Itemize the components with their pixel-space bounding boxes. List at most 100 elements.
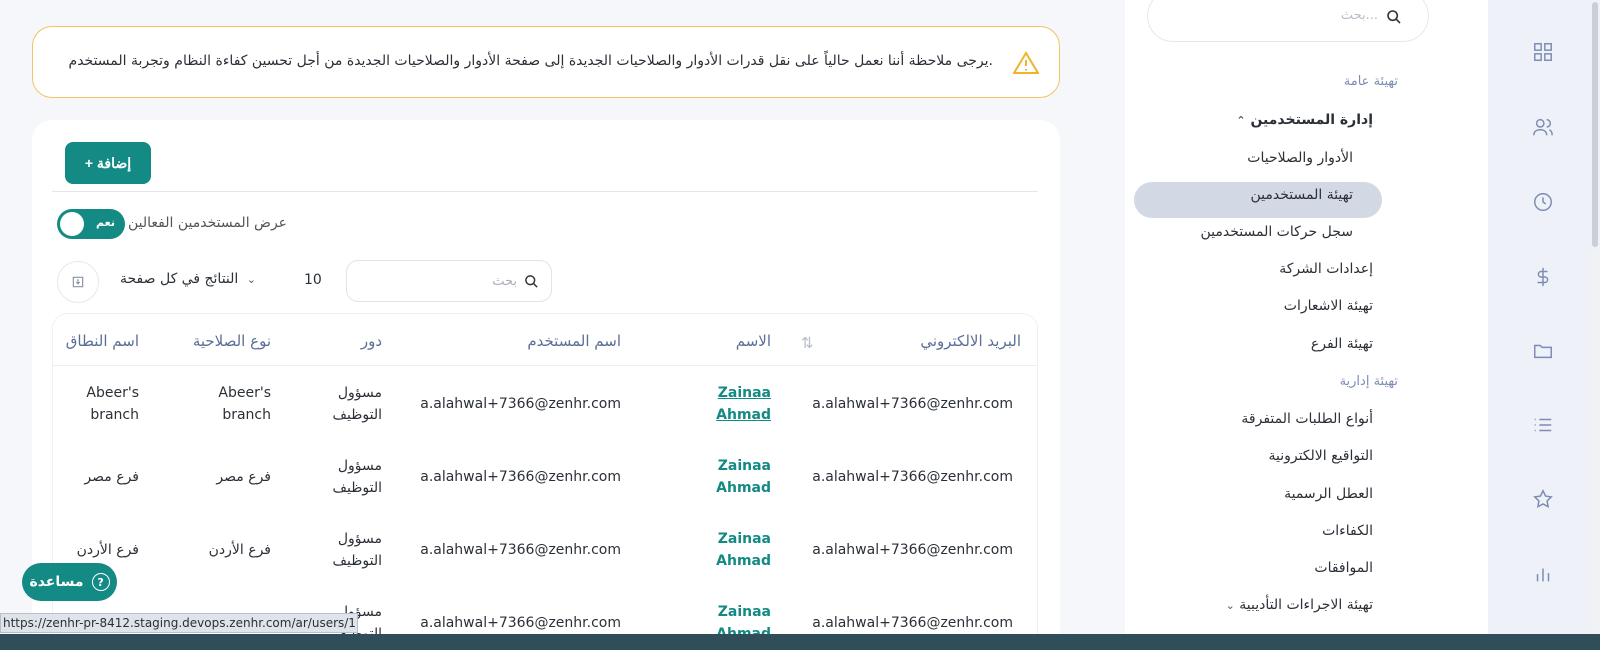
nav-roles-permissions[interactable]: الأدوار والصلاحيات bbox=[1247, 150, 1353, 166]
star-icon[interactable] bbox=[1528, 484, 1558, 514]
table-search-input[interactable]: بحث bbox=[346, 260, 552, 302]
nav-company-settings[interactable]: إعدادات الشركة bbox=[1279, 261, 1373, 277]
dollar-icon[interactable] bbox=[1528, 262, 1558, 292]
nav-users-management-label: إدارة المستخدمين bbox=[1250, 112, 1373, 128]
cell-name-link[interactable]: Zainaa Ahmad bbox=[716, 455, 771, 499]
cell-email: a.alahwal+7366@zenhr.com bbox=[812, 615, 1013, 631]
list-icon[interactable] bbox=[1528, 410, 1558, 440]
question-icon: ? bbox=[91, 573, 110, 591]
users-table: البريد الالكتروني ⇅ الاسم اسم المستخدم د… bbox=[52, 313, 1038, 650]
cell-perm-line1: Abeer's bbox=[218, 385, 271, 401]
cell-perm-line2: branch bbox=[222, 407, 271, 423]
sidebar-search-placeholder: بحث... bbox=[1340, 8, 1378, 23]
dashboard-icon[interactable] bbox=[1528, 37, 1558, 67]
cell-username: a.alahwal+7366@zenhr.com bbox=[420, 469, 621, 485]
help-button[interactable]: مساعدة ? bbox=[22, 563, 117, 601]
cell-name-last: Ahmad bbox=[716, 553, 771, 569]
header-divider bbox=[53, 365, 1037, 366]
cell-email: a.alahwal+7366@zenhr.com bbox=[812, 396, 1013, 412]
folder-icon[interactable] bbox=[1528, 336, 1558, 366]
cell-name-last: Ahmad bbox=[716, 480, 771, 496]
nav-approvals[interactable]: الموافقات bbox=[1314, 560, 1373, 576]
active-users-toggle-text: عرض المستخدمين الفعالين bbox=[128, 215, 288, 231]
add-button[interactable]: + إضافة bbox=[65, 142, 151, 184]
notice-banner: يرجى ملاحظة أننا نعمل حالياً على نقل قدر… bbox=[32, 26, 1060, 98]
bottom-bar bbox=[0, 634, 1600, 650]
per-page-label: النتائج في كل صفحة bbox=[120, 271, 239, 287]
chevron-up-icon: ⌃ bbox=[1236, 114, 1246, 127]
cell-name-first: Zainaa bbox=[717, 604, 771, 620]
chevron-down-icon: ⌄ bbox=[246, 273, 256, 286]
search-icon bbox=[1387, 10, 1401, 24]
cell-role-line2: التوظيف bbox=[332, 407, 382, 423]
header-permission-type[interactable]: نوع الصلاحية bbox=[193, 332, 271, 350]
notice-text: يرجى ملاحظة أننا نعمل حالياً على نقل قدر… bbox=[68, 53, 993, 69]
per-page-value[interactable]: 10 bbox=[304, 272, 322, 288]
cell-role-line2: التوظيف bbox=[332, 480, 382, 496]
header-name[interactable]: الاسم bbox=[736, 332, 771, 350]
cell-name-first: Zainaa bbox=[717, 458, 771, 474]
chart-icon[interactable] bbox=[1528, 559, 1558, 589]
header-email[interactable]: البريد الالكتروني bbox=[920, 332, 1021, 350]
nav-users-activity-log[interactable]: سجل حركات المستخدمين bbox=[1201, 224, 1354, 240]
cell-username: a.alahwal+7366@zenhr.com bbox=[420, 396, 621, 412]
warning-icon bbox=[1013, 51, 1039, 74]
cell-role: مسؤول التوظيف bbox=[333, 528, 382, 572]
header-username[interactable]: اسم المستخدم bbox=[527, 332, 621, 350]
cell-role: مسؤول التوظيف bbox=[333, 455, 382, 499]
cell-name-last: Ahmad bbox=[716, 407, 771, 423]
header-scope-name[interactable]: اسم النطاق bbox=[66, 332, 139, 350]
clock-icon[interactable] bbox=[1528, 187, 1558, 217]
toggle-knob bbox=[60, 212, 84, 236]
nav-e-signatures[interactable]: التواقيع الالكترونية bbox=[1268, 448, 1373, 464]
sort-icon[interactable]: ⇅ bbox=[801, 334, 814, 352]
cell-scope-name: فرع مصر bbox=[84, 469, 139, 485]
download-icon bbox=[72, 276, 84, 288]
cell-permission-type: فرع الأردن bbox=[208, 542, 271, 558]
cell-name-link[interactable]: Zainaa Ahmad bbox=[716, 528, 771, 572]
page-scrollbar[interactable] bbox=[1590, 0, 1600, 650]
cell-name-first: Zainaa bbox=[717, 385, 771, 401]
cell-scope-line2: branch bbox=[90, 407, 139, 423]
nav-users-setup[interactable]: تهيئة المستخدمين bbox=[1251, 187, 1353, 203]
nav-users-management[interactable]: ⌃ إدارة المستخدمين bbox=[1228, 112, 1373, 128]
chevron-down-icon: ⌄ bbox=[1225, 599, 1235, 612]
settings-sidebar: بحث... تهيئة عامة ⌃ إدارة المستخدمين الأ… bbox=[1125, 0, 1488, 650]
cell-name-first: Zainaa bbox=[717, 531, 771, 547]
active-users-toggle[interactable]: نعم bbox=[57, 209, 125, 239]
cell-scope-line1: Abeer's bbox=[86, 385, 139, 401]
users-icon[interactable] bbox=[1528, 112, 1558, 142]
section-general-title: تهيئة عامة bbox=[1343, 74, 1398, 89]
nav-branch-setup[interactable]: تهيئة الفرع bbox=[1311, 336, 1373, 352]
cell-email: a.alahwal+7366@zenhr.com bbox=[812, 469, 1013, 485]
status-url: https://zenhr-pr-8412.staging.devops.zen… bbox=[0, 613, 358, 633]
nav-notifications-setup[interactable]: تهيئة الاشعارات bbox=[1284, 298, 1373, 314]
cell-username: a.alahwal+7366@zenhr.com bbox=[420, 615, 621, 631]
cell-role: مسؤول التوظيف bbox=[333, 382, 382, 426]
scrollbar-thumb[interactable] bbox=[1592, 2, 1598, 247]
cell-permission-type: فرع مصر bbox=[216, 469, 271, 485]
icon-rail bbox=[1488, 0, 1600, 650]
sidebar-search-input[interactable]: بحث... bbox=[1147, 0, 1429, 42]
divider bbox=[52, 191, 1038, 192]
nav-public-holidays[interactable]: العطل الرسمية bbox=[1284, 486, 1373, 502]
cell-role-line1: مسؤول bbox=[337, 531, 382, 547]
cell-role-line1: مسؤول bbox=[337, 385, 382, 401]
export-button[interactable] bbox=[57, 261, 99, 303]
table-search-placeholder: بحث bbox=[492, 274, 517, 289]
per-page-select[interactable]: النتائج في كل صفحة ⌄ bbox=[120, 271, 256, 287]
cell-role-line1: مسؤول bbox=[337, 458, 382, 474]
cell-permission-type: Abeer's branch bbox=[218, 382, 271, 426]
cell-username: a.alahwal+7366@zenhr.com bbox=[420, 542, 621, 558]
nav-disciplinary-actions-label: تهيئة الاجراءات التأديبية bbox=[1239, 597, 1373, 613]
cell-name-link[interactable]: Zainaa Ahmad bbox=[716, 382, 771, 426]
nav-misc-request-types[interactable]: أنواع الطلبات المتفرقة bbox=[1241, 411, 1373, 427]
header-role[interactable]: دور bbox=[361, 332, 382, 350]
help-label: مساعدة bbox=[29, 574, 84, 590]
cell-email: a.alahwal+7366@zenhr.com bbox=[812, 542, 1013, 558]
nav-competencies[interactable]: الكفاءات bbox=[1322, 523, 1373, 539]
cell-scope-name: فرع الأردن bbox=[76, 542, 139, 558]
cell-scope-name: Abeer's branch bbox=[86, 382, 139, 426]
search-icon bbox=[525, 275, 538, 288]
nav-disciplinary-actions[interactable]: ⌄ تهيئة الاجراءات التأديبية bbox=[1218, 597, 1373, 613]
